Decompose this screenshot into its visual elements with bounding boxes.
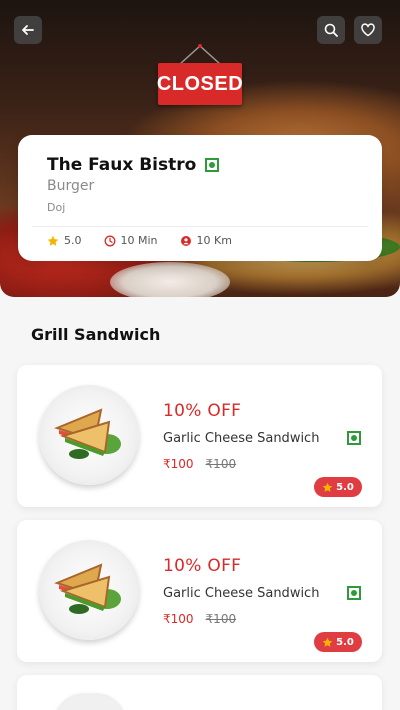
item-price: ₹100 — [163, 612, 194, 626]
restaurant-name: The Faux Bistro — [47, 155, 197, 175]
sandwich-illustration — [54, 563, 121, 614]
veg-icon — [205, 158, 220, 172]
location-pin-icon — [180, 235, 191, 246]
item-name: Garlic Cheese Sandwich — [163, 431, 320, 446]
rating-badge: 5.0 — [314, 632, 362, 652]
back-button[interactable] — [14, 16, 42, 44]
restaurant-area: Doj — [47, 201, 66, 214]
item-mrp: ₹100 — [205, 457, 237, 471]
sandwich-image — [39, 385, 139, 485]
rating-stat: 5.0 — [47, 234, 82, 247]
star-icon — [322, 482, 333, 492]
distance-value: 10 Km — [196, 234, 232, 247]
restaurant-info-card: The Faux Bistro Burger Doj 5.0 10 Min 10… — [18, 135, 382, 261]
search-icon — [324, 23, 338, 37]
closed-sign: CLOSED — [157, 63, 243, 105]
menu-item-card-partial[interactable] — [17, 675, 382, 710]
clock-icon — [104, 235, 115, 246]
item-name: Garlic Cheese Sandwich — [163, 586, 320, 601]
heart-icon — [361, 23, 375, 37]
rating-value: 5.0 — [64, 234, 82, 247]
discount-label: 10% OFF — [163, 556, 242, 576]
star-icon — [322, 637, 333, 647]
arrow-left-icon — [22, 25, 34, 35]
item-mrp: ₹100 — [205, 612, 237, 626]
restaurant-name-row: The Faux Bistro — [47, 155, 220, 175]
delivery-time: 10 Min — [120, 234, 158, 247]
restaurant-stats: 5.0 10 Min 10 Km — [47, 234, 232, 247]
distance-stat: 10 Km — [180, 234, 232, 247]
favorite-button[interactable] — [354, 16, 382, 44]
veg-icon — [347, 586, 361, 600]
discount-label: 10% OFF — [163, 401, 242, 421]
section-title: Grill Sandwich — [31, 325, 161, 344]
search-button[interactable] — [317, 16, 345, 44]
veg-icon — [347, 431, 361, 445]
rating-badge: 5.0 — [314, 477, 362, 497]
banner-onion — [110, 262, 230, 297]
restaurant-cuisine: Burger — [47, 178, 95, 194]
star-icon — [47, 235, 59, 246]
time-stat: 10 Min — [104, 234, 158, 247]
menu-item-card[interactable]: 10% OFF Garlic Cheese Sandwich ₹100 ₹100… — [17, 365, 382, 507]
item-rating: 5.0 — [336, 481, 354, 493]
item-rating: 5.0 — [336, 636, 354, 648]
price-row: ₹100 ₹100 — [163, 612, 236, 626]
sandwich-image — [54, 695, 126, 710]
sandwich-image — [39, 540, 139, 640]
menu-item-card[interactable]: 10% OFF Garlic Cheese Sandwich ₹100 ₹100… — [17, 520, 382, 662]
price-row: ₹100 ₹100 — [163, 457, 236, 471]
item-price: ₹100 — [163, 457, 194, 471]
sandwich-illustration — [54, 408, 121, 459]
card-divider — [32, 226, 368, 227]
